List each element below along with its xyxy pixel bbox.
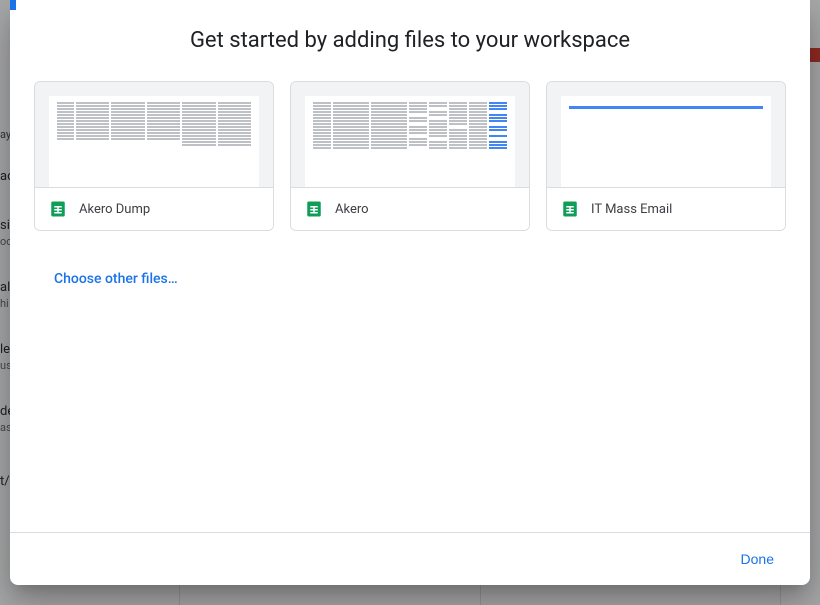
file-name-label: IT Mass Email — [591, 202, 672, 217]
file-footer: IT Mass Email — [547, 187, 785, 230]
file-name-label: Akero Dump — [79, 202, 150, 217]
file-thumbnail — [291, 82, 529, 187]
file-thumbnail — [35, 82, 273, 187]
file-thumbnail — [547, 82, 785, 187]
file-footer: Akero — [291, 187, 529, 230]
done-button[interactable]: Done — [729, 543, 786, 575]
modal-footer: Done — [10, 532, 810, 585]
file-cards-row: Akero Dump — [34, 81, 786, 231]
modal-body: Get started by adding files to your work… — [10, 0, 810, 532]
file-footer: Akero Dump — [35, 187, 273, 230]
modal-accent — [10, 0, 16, 10]
file-name-label: Akero — [335, 202, 369, 217]
modal-title: Get started by adding files to your work… — [34, 28, 786, 53]
sheets-icon — [561, 200, 579, 218]
file-card-it-mass-email[interactable]: IT Mass Email — [546, 81, 786, 231]
file-card-akero[interactable]: Akero — [290, 81, 530, 231]
sheets-icon — [49, 200, 67, 218]
file-card-akero-dump[interactable]: Akero Dump — [34, 81, 274, 231]
choose-other-files-link[interactable]: Choose other files… — [54, 263, 178, 295]
add-files-modal: Get started by adding files to your work… — [10, 0, 810, 585]
sheets-icon — [305, 200, 323, 218]
